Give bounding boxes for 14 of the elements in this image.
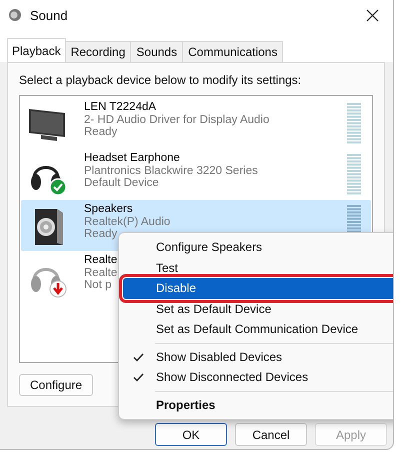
device-status: Default Device — [84, 177, 159, 190]
instruction-text: Select a playback device below to modify its settings: — [19, 73, 302, 87]
device-driver: Realte — [84, 266, 118, 279]
device-name: Speakers — [84, 203, 133, 216]
device-status: Ready — [84, 126, 118, 138]
device-driver: Realtek(P) Audio — [84, 216, 170, 228]
device-name: Realte — [84, 254, 118, 266]
window-title: Sound — [30, 8, 69, 22]
device-status: Not p — [84, 279, 112, 292]
device-driver: Plantronics Blackwire 3220 Series — [84, 164, 258, 177]
device-name: Headset Earphone — [84, 152, 180, 164]
device-name: LEN T2224dA — [84, 101, 156, 114]
device-driver: 2- HD Audio Driver for Display Audio — [84, 114, 270, 126]
device-status: Ready — [84, 228, 118, 240]
